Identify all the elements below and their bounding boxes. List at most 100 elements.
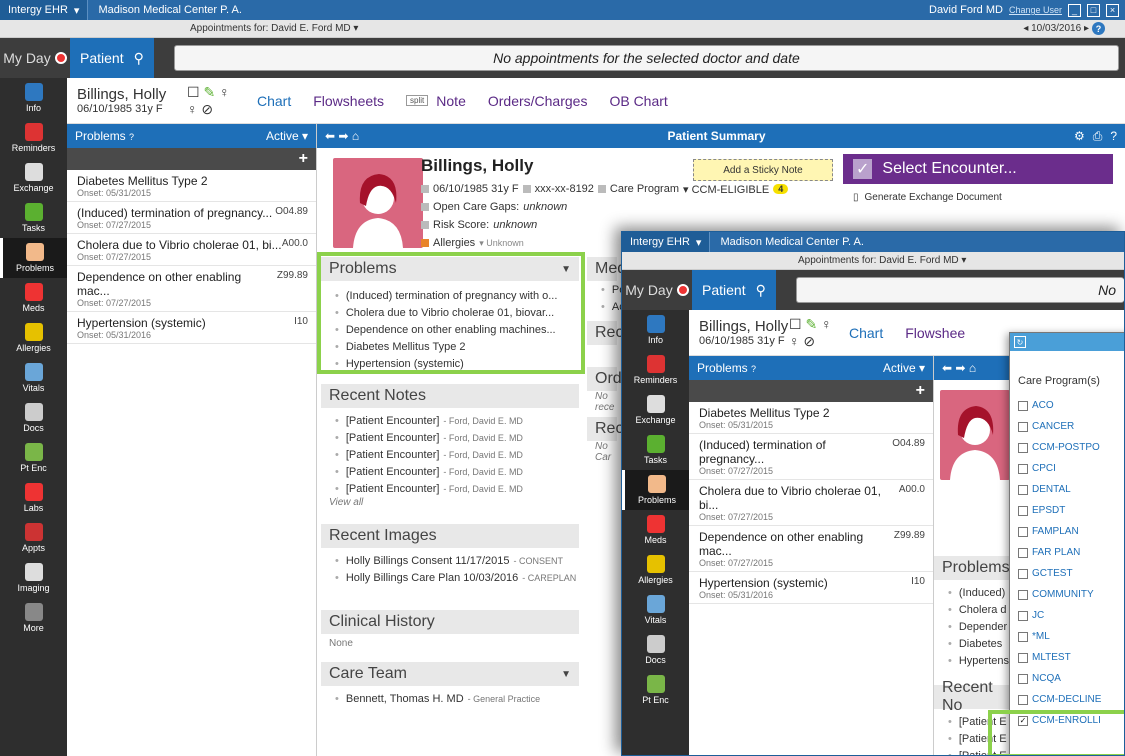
sidebar-item-info[interactable]: Info <box>622 310 689 350</box>
sidebar-item-labs[interactable]: Labs <box>0 478 67 518</box>
forward-icon[interactable]: ➡ <box>955 361 965 375</box>
minimize-icon[interactable]: _ <box>1068 3 1081 17</box>
help-icon[interactable]: ? <box>751 364 756 374</box>
sidebar-item-problems[interactable]: Problems <box>0 238 67 278</box>
tab-flowsheets[interactable]: Flowshee <box>905 325 965 341</box>
add-sticky-note-button[interactable]: Add a Sticky Note <box>693 159 833 181</box>
sidebar-item-docs[interactable]: Docs <box>622 630 689 670</box>
list-item[interactable]: Dependence on other enabling mac... Z99.8… <box>689 526 933 572</box>
date-picker[interactable]: ◂ 10/03/2016 ▸ <box>1023 23 1089 34</box>
tab-my-day[interactable]: My Day <box>0 38 70 78</box>
sidebar-item-pt-enc[interactable]: Pt Enc <box>622 670 689 710</box>
sidebar-item-meds[interactable]: Meds <box>0 278 67 318</box>
checkbox[interactable] <box>1018 484 1028 495</box>
checkbox[interactable] <box>1018 421 1028 432</box>
sidebar-item-allergies[interactable]: Allergies <box>622 550 689 590</box>
immunization-icon[interactable]: ✎ <box>203 84 215 100</box>
list-item[interactable]: (Induced) termination of pregnancy... O04… <box>67 202 316 234</box>
care-program-option[interactable]: ACO <box>1010 395 1124 416</box>
sidebar-item-reminders[interactable]: Reminders <box>622 350 689 390</box>
tab-patient-2[interactable]: Patient ⚲ <box>692 270 776 310</box>
gear-icon[interactable]: ⚙ <box>1074 129 1085 144</box>
care-program-option[interactable]: NCQA <box>1010 668 1124 689</box>
checkbox[interactable] <box>1018 463 1028 474</box>
sidebar-item-exchange[interactable]: Exchange <box>0 158 67 198</box>
image-item-main[interactable]: Holly Billings Care Plan 10/03/2016 <box>346 572 518 584</box>
care-program-option[interactable]: MLTEST <box>1010 647 1124 668</box>
list-item[interactable]: Hypertension (systemic) I10 Onset: 05/31/2… <box>67 312 316 344</box>
next-date-icon[interactable]: ▸ <box>1084 23 1089 34</box>
care-program-option[interactable]: CANCER <box>1010 416 1124 437</box>
immunization-icon[interactable]: ✎ <box>805 316 817 332</box>
checkbox[interactable] <box>1018 589 1028 600</box>
appointments-for-2[interactable]: Appointments for: David E. Ford MD ▾ <box>798 255 966 266</box>
sidebar-item-vitals[interactable]: Vitals <box>622 590 689 630</box>
search-icon[interactable]: ⚲ <box>756 282 766 299</box>
note-icon[interactable]: ☐ <box>187 84 200 100</box>
help-icon[interactable]: ? <box>1092 22 1105 35</box>
care-program-option[interactable]: EPSDT <box>1010 500 1124 521</box>
list-item[interactable]: Cholera due to Vibrio cholerae 01, bi...… <box>67 234 316 266</box>
sidebar-item-imaging[interactable]: Imaging <box>0 558 67 598</box>
tab-patient[interactable]: Patient ⚲ <box>70 38 154 78</box>
allergies-label[interactable]: Allergies <box>433 237 475 249</box>
app-menu-button-2[interactable]: Intergy EHR ▾ <box>622 232 711 252</box>
maximize-icon[interactable]: □ <box>1087 3 1100 17</box>
sidebar-item-problems[interactable]: Problems <box>622 470 689 510</box>
problems-filter[interactable]: Active ▾ <box>266 129 308 143</box>
note-item-main[interactable]: [Patient Encounter] <box>346 466 440 478</box>
note-item-main[interactable]: [Patient Encounter] <box>346 432 440 444</box>
add-problem-icon[interactable]: + <box>299 150 308 168</box>
note-item-main[interactable]: [Patient Encounter] <box>346 415 440 427</box>
print-icon[interactable]: ⎙ <box>1093 129 1103 144</box>
sidebar-item-pt-enc[interactable]: Pt Enc <box>0 438 67 478</box>
checkbox[interactable] <box>1018 694 1028 705</box>
help-icon[interactable]: ? <box>129 132 134 142</box>
help-icon[interactable]: ? <box>1110 129 1117 144</box>
checkbox[interactable] <box>1018 610 1028 621</box>
care-program-option[interactable]: CPCI <box>1010 458 1124 479</box>
back-icon[interactable]: ⬅ <box>942 361 952 375</box>
list-item[interactable]: Diabetes Mellitus Type 2 Onset: 05/31/201… <box>67 170 316 202</box>
care-team-item-main[interactable]: Bennett, Thomas H. MD <box>346 693 464 705</box>
tab-ob-chart[interactable]: OB Chart <box>609 93 667 109</box>
care-program-option[interactable]: COMMUNITY <box>1010 584 1124 605</box>
select-encounter-button[interactable]: ✓ Select Encounter... <box>843 154 1113 184</box>
back-icon[interactable]: ⬅ <box>325 129 335 143</box>
collapse-icon[interactable]: ▼ <box>561 669 571 680</box>
prev-date-icon[interactable]: ◂ <box>1023 23 1028 34</box>
sidebar-item-tasks[interactable]: Tasks <box>622 430 689 470</box>
forward-icon[interactable]: ➡ <box>338 129 348 143</box>
view-all-link[interactable]: View all <box>321 497 579 513</box>
tab-my-day-2[interactable]: My Day <box>622 270 692 310</box>
care-program-option[interactable]: CCM-POSTPO <box>1010 437 1124 458</box>
list-item[interactable]: Dependence on other enabling mac... Z99.8… <box>67 266 316 312</box>
search-icon[interactable]: ⚲ <box>134 50 144 67</box>
list-item[interactable]: Diabetes Mellitus Type 2 Onset: 05/31/201… <box>689 402 933 434</box>
home-icon[interactable]: ⌂ <box>352 129 359 143</box>
add-problem-icon[interactable]: + <box>916 382 925 400</box>
sidebar-item-more[interactable]: More <box>0 598 67 638</box>
list-item[interactable]: Cholera due to Vibrio cholerae 01, bi...… <box>689 480 933 526</box>
sidebar-item-appts[interactable]: Appts <box>0 518 67 558</box>
checkbox[interactable] <box>1018 400 1028 411</box>
problems-filter[interactable]: Active ▾ <box>883 361 925 375</box>
care-program-option[interactable]: JC <box>1010 605 1124 626</box>
checkbox[interactable] <box>1018 568 1028 579</box>
care-program-option[interactable]: FAR PLAN <box>1010 542 1124 563</box>
sidebar-item-allergies[interactable]: Allergies <box>0 318 67 358</box>
checkbox[interactable] <box>1018 631 1028 642</box>
checkbox[interactable] <box>1018 547 1028 558</box>
image-item-main[interactable]: Holly Billings Consent 11/17/2015 <box>346 555 510 567</box>
sidebar-item-reminders[interactable]: Reminders <box>0 118 67 158</box>
care-program-option[interactable]: *ML <box>1010 626 1124 647</box>
sidebar-item-exchange[interactable]: Exchange <box>622 390 689 430</box>
note-item-main[interactable]: [Patient Encounter] <box>346 483 440 495</box>
tab-chart[interactable]: Chart <box>849 325 883 341</box>
sidebar-item-docs[interactable]: Docs <box>0 398 67 438</box>
list-item[interactable]: Hypertension (systemic) I10 Onset: 05/31/2… <box>689 572 933 604</box>
tab-chart[interactable]: Chart <box>257 93 291 109</box>
checkbox[interactable] <box>1018 505 1028 516</box>
checkbox[interactable] <box>1018 673 1028 684</box>
checkbox[interactable] <box>1018 526 1028 537</box>
